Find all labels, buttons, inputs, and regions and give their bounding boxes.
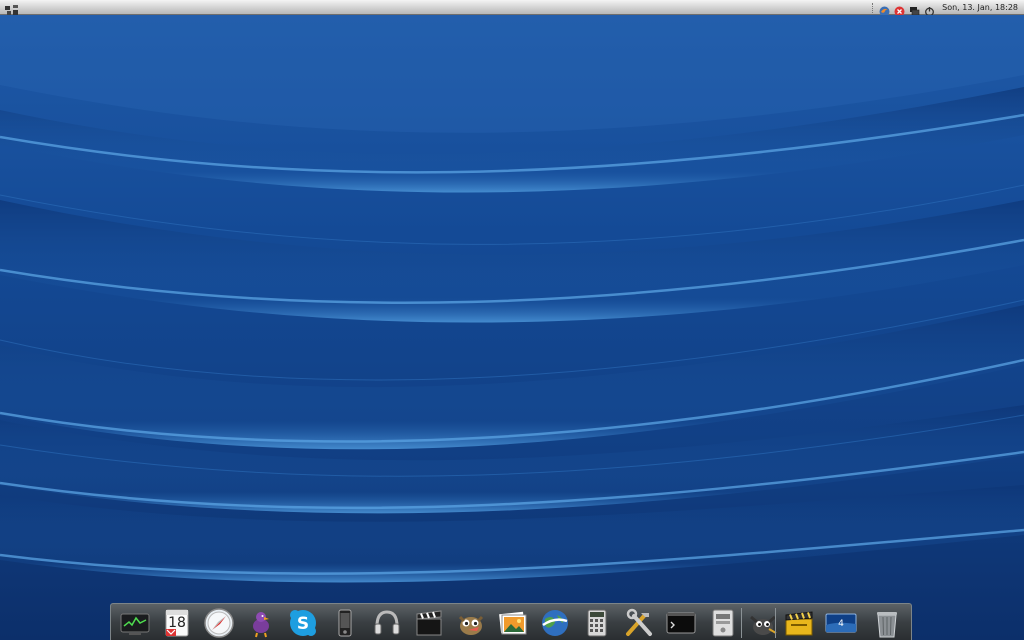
storage-icon[interactable] <box>707 607 739 639</box>
dock: 18 S 4 <box>110 603 912 640</box>
skype-letter: S <box>297 614 309 634</box>
power-icon[interactable] <box>924 2 935 17</box>
tools-icon[interactable] <box>623 607 655 639</box>
dock-separator <box>775 608 776 638</box>
trash-icon[interactable] <box>871 607 903 639</box>
tray-separator <box>872 2 875 13</box>
skype-icon[interactable]: S <box>287 607 319 639</box>
workspace-number: 4 <box>838 619 844 629</box>
calendar-day-label: 18 <box>168 615 186 631</box>
google-earth-icon[interactable] <box>539 607 571 639</box>
clapperboard-icon[interactable] <box>413 607 445 639</box>
close-icon[interactable] <box>894 2 905 17</box>
calendar-icon[interactable]: 18 <box>161 607 193 639</box>
video-editor-icon[interactable] <box>783 607 815 639</box>
safari-compass-icon[interactable] <box>203 607 235 639</box>
dock-separator <box>741 608 742 638</box>
gimp-icon[interactable] <box>455 607 487 639</box>
headphones-icon[interactable] <box>371 607 403 639</box>
top-panel: Son, 13. Jan, 18:28 <box>0 0 1024 17</box>
system-tray: Son, 13. Jan, 18:28 <box>872 0 1018 17</box>
system-monitor-icon[interactable] <box>119 607 151 639</box>
phone-icon[interactable] <box>329 607 361 639</box>
photos-icon[interactable] <box>497 607 529 639</box>
display-icon[interactable] <box>909 2 920 16</box>
desktop-wallpaper <box>0 15 1024 640</box>
workspace-switcher-icon[interactable]: 4 <box>825 607 857 639</box>
application-menu-icon[interactable] <box>4 1 20 15</box>
calculator-icon[interactable] <box>581 607 613 639</box>
pidgin-bird-icon[interactable] <box>245 607 277 639</box>
firefox-icon[interactable] <box>879 2 890 17</box>
clock[interactable]: Son, 13. Jan, 18:28 <box>942 0 1018 15</box>
terminal-icon[interactable] <box>665 607 697 639</box>
